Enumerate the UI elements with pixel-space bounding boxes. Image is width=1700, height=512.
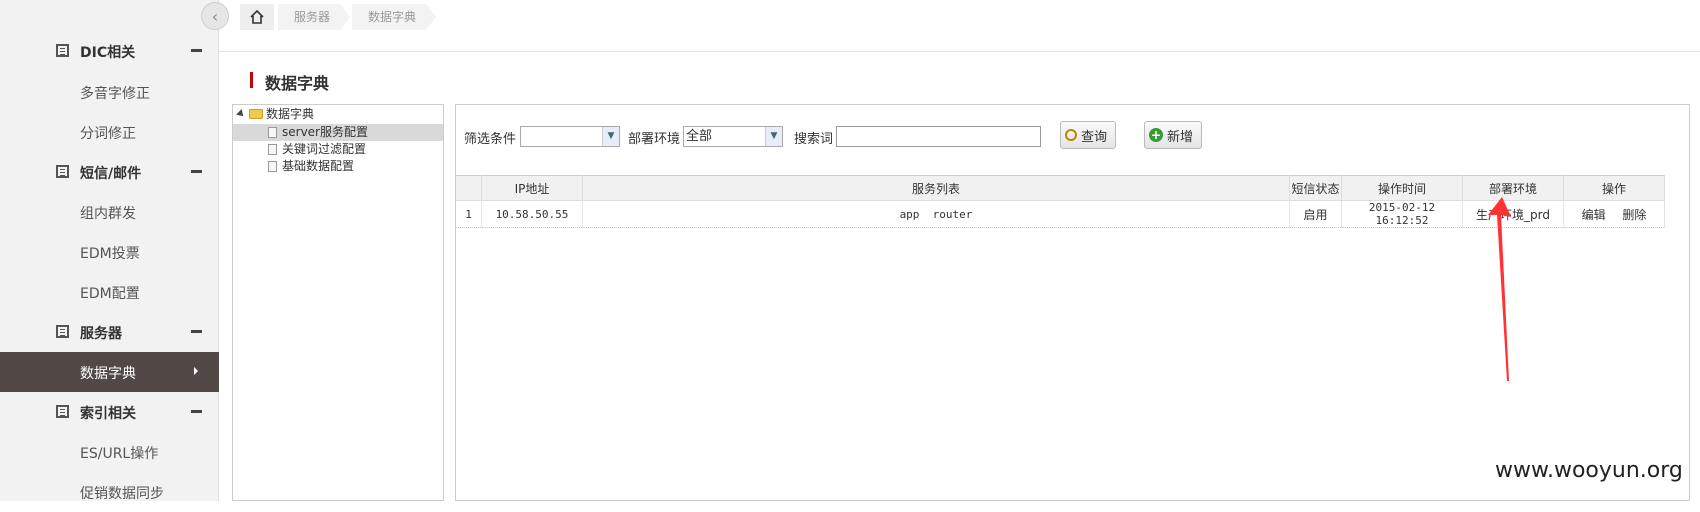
menu-group-label: DIC相关 bbox=[80, 45, 136, 61]
menu-item-edm-config[interactable]: EDM配置 bbox=[0, 272, 219, 312]
tree-node-label: 基础数据配置 bbox=[282, 159, 355, 173]
tree-node-label: 关键词过滤配置 bbox=[282, 142, 367, 156]
menu-item-polyphone[interactable]: 多音字修正 bbox=[0, 72, 219, 112]
cell-services: app router bbox=[582, 200, 1290, 228]
menu-group-label: 索引相关 bbox=[80, 406, 136, 422]
env-label: 部署环境 bbox=[628, 132, 681, 147]
menu-item-label: 组内群发 bbox=[80, 206, 136, 222]
column-header: 操作时间 bbox=[1341, 175, 1463, 201]
collapse-minus-icon[interactable] bbox=[191, 170, 202, 173]
breadcrumb-item-data-dictionary[interactable]: 数据字典 bbox=[352, 4, 437, 30]
list-icon bbox=[56, 165, 69, 178]
tree-panel: 数据字典 server服务配置 关键词过滤配置 基础数据配置 bbox=[232, 104, 444, 501]
search-icon bbox=[1065, 129, 1077, 141]
cell-index: 1 bbox=[456, 200, 482, 228]
document-icon bbox=[268, 161, 277, 172]
tree-node-keyword-filter[interactable]: 关键词过滤配置 bbox=[233, 141, 443, 158]
menu-item-segmentation[interactable]: 分词修正 bbox=[0, 112, 219, 152]
column-header: 服务列表 bbox=[582, 175, 1290, 201]
breadcrumb: 服务器 数据字典 bbox=[219, 0, 1700, 52]
folder-icon bbox=[249, 109, 263, 119]
delete-link[interactable]: 删除 bbox=[1622, 208, 1646, 222]
list-icon bbox=[56, 44, 69, 57]
menu-group-label: 服务器 bbox=[80, 326, 122, 342]
collapse-minus-icon[interactable] bbox=[191, 49, 202, 52]
sidebar: DIC相关 多音字修正 分词修正 短信/邮件 组内群发 EDM投票 EDM配置 … bbox=[0, 0, 219, 502]
tree-node-server-config[interactable]: server服务配置 bbox=[233, 124, 443, 141]
menu-item-label: 分词修正 bbox=[80, 126, 136, 142]
menu-group-index[interactable]: 索引相关 bbox=[0, 392, 219, 432]
cell-ip: 10.58.50.55 bbox=[481, 200, 583, 228]
filter-select[interactable]: ▼ bbox=[520, 126, 620, 147]
search-input[interactable] bbox=[836, 126, 1041, 147]
query-button[interactable]: 查询 bbox=[1060, 121, 1117, 149]
tree-root[interactable]: 数据字典 bbox=[233, 106, 443, 123]
tree-root-label: 数据字典 bbox=[266, 107, 315, 121]
chevron-down-icon: ▼ bbox=[602, 127, 619, 146]
page-title: 数据字典 bbox=[265, 74, 330, 93]
home-icon bbox=[250, 9, 264, 24]
menu-group-dic[interactable]: DIC相关 bbox=[0, 31, 219, 71]
breadcrumb-label: 服务器 bbox=[294, 10, 331, 24]
cell-sms-status: 启用 bbox=[1289, 200, 1342, 228]
menu-item-label: ES/URL操作 bbox=[80, 446, 159, 462]
menu-group-server[interactable]: 服务器 bbox=[0, 312, 219, 352]
breadcrumb-home[interactable] bbox=[240, 4, 274, 30]
menu-item-data-dictionary[interactable]: 数据字典 bbox=[0, 352, 219, 392]
tree-node-label: server服务配置 bbox=[282, 125, 368, 139]
menu-item-label: 数据字典 bbox=[80, 366, 136, 382]
menu-item-label: EDM投票 bbox=[80, 246, 140, 262]
collapse-minus-icon[interactable] bbox=[191, 410, 202, 413]
column-header: 短信状态 bbox=[1289, 175, 1342, 201]
chevron-down-icon: ▼ bbox=[765, 127, 782, 146]
watermark: www.wooyun.org bbox=[1495, 458, 1683, 483]
menu-item-es-url[interactable]: ES/URL操作 bbox=[0, 432, 219, 472]
cell-time: 2015-02-12 16:12:52 bbox=[1341, 200, 1463, 228]
caret-right-icon bbox=[194, 367, 198, 375]
collapse-minus-icon[interactable] bbox=[191, 330, 202, 333]
breadcrumb-label: 数据字典 bbox=[368, 10, 417, 24]
add-button[interactable]: + 新增 bbox=[1144, 121, 1203, 149]
env-select[interactable]: 全部 ▼ bbox=[683, 126, 783, 147]
menu-item-promo-sync[interactable]: 促销数据同步 bbox=[0, 472, 219, 512]
document-icon bbox=[268, 144, 277, 155]
list-icon bbox=[56, 325, 69, 338]
title-accent-bar bbox=[250, 72, 253, 88]
column-header: 操作 bbox=[1563, 175, 1665, 201]
toolbar: 筛选条件 ▼ 部署环境 全部 ▼ 搜索词 查询 + 新增 bbox=[456, 105, 1689, 173]
menu-item-label: EDM配置 bbox=[80, 286, 140, 302]
expand-toggle-icon[interactable] bbox=[236, 109, 246, 119]
tree-node-basic-data[interactable]: 基础数据配置 bbox=[233, 158, 443, 175]
cell-actions: 编辑 删除 bbox=[1563, 200, 1665, 228]
add-icon: + bbox=[1149, 128, 1163, 142]
menu-group-label: 短信/邮件 bbox=[80, 166, 142, 182]
env-select-value: 全部 bbox=[686, 129, 713, 144]
breadcrumb-item-server[interactable]: 服务器 bbox=[278, 4, 351, 30]
menu-item-label: 促销数据同步 bbox=[80, 486, 164, 502]
edit-link[interactable]: 编辑 bbox=[1582, 208, 1606, 222]
column-header: IP地址 bbox=[481, 175, 583, 201]
annotation-arrow bbox=[1488, 197, 1511, 381]
filter-label: 筛选条件 bbox=[464, 132, 517, 147]
query-button-label: 查询 bbox=[1081, 129, 1108, 145]
menu-item-group-send[interactable]: 组内群发 bbox=[0, 192, 219, 232]
menu-item-edm-vote[interactable]: EDM投票 bbox=[0, 232, 219, 272]
menu-item-label: 多音字修正 bbox=[80, 86, 150, 102]
search-label: 搜索词 bbox=[794, 132, 834, 147]
document-icon bbox=[268, 127, 277, 138]
add-button-label: 新增 bbox=[1167, 129, 1194, 145]
list-icon bbox=[56, 405, 69, 418]
column-header bbox=[456, 175, 482, 201]
chevron-left-icon: ‹ bbox=[211, 6, 219, 26]
menu-group-sms-mail[interactable]: 短信/邮件 bbox=[0, 152, 219, 192]
